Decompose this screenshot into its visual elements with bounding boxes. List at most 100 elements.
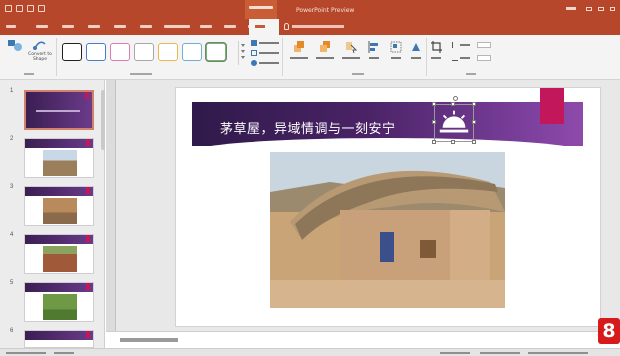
- tell-me-box[interactable]: [284, 23, 344, 30]
- tab-home[interactable]: [36, 25, 48, 28]
- shape-styles-more[interactable]: [238, 41, 246, 65]
- tab-file[interactable]: [6, 25, 16, 28]
- thumb-photo: [43, 150, 77, 176]
- thumbnail-scrollbar[interactable]: [101, 90, 105, 150]
- slide-photo[interactable]: [270, 152, 505, 308]
- slide-title[interactable]: 茅草屋，异域情调与一刻安宁: [220, 118, 396, 137]
- selection-pane-button[interactable]: [342, 40, 360, 59]
- tab-slide-show[interactable]: [164, 25, 190, 28]
- shape-outline-button[interactable]: [251, 50, 279, 56]
- height-icon: [452, 42, 458, 48]
- redo-icon[interactable]: [27, 5, 34, 12]
- thumb-banner: [25, 139, 93, 148]
- slide-thumbnail-3[interactable]: [24, 186, 94, 226]
- slide-thumbnail-4[interactable]: [24, 234, 94, 274]
- group-label-shape-styles: [130, 73, 152, 75]
- sign-in-link[interactable]: [566, 7, 576, 10]
- slide-thumbnail-6[interactable]: [24, 330, 94, 348]
- effects-icon: [251, 60, 257, 66]
- shape-style-2[interactable]: [86, 43, 106, 61]
- slide-thumbnail-1[interactable]: [24, 90, 94, 130]
- lightbulb-icon: [284, 23, 289, 30]
- status-bar: [0, 348, 620, 356]
- slide-number: 5: [10, 280, 14, 286]
- tab-view[interactable]: [224, 25, 236, 28]
- tab-review[interactable]: [200, 25, 212, 28]
- start-presentation-icon[interactable]: [38, 5, 45, 12]
- group-icon: [390, 41, 402, 53]
- send-backward-button[interactable]: [316, 40, 334, 59]
- group-button[interactable]: [390, 40, 402, 59]
- selected-shape[interactable]: [432, 96, 476, 144]
- width-label: [460, 57, 470, 59]
- width-input[interactable]: [477, 55, 491, 61]
- notes-pane[interactable]: [106, 331, 620, 348]
- height-field: [452, 42, 470, 48]
- step-number-badge: 8: [598, 318, 620, 344]
- shape-style-3[interactable]: [110, 43, 130, 61]
- tab-insert[interactable]: [62, 25, 74, 28]
- notes-toggle[interactable]: [440, 352, 470, 354]
- group-separator: [426, 38, 427, 76]
- bring-forward-button[interactable]: [290, 40, 308, 59]
- slide-thumbnail-2[interactable]: [24, 138, 94, 178]
- thumb-accent: [86, 187, 90, 194]
- shape-effects-button[interactable]: [251, 60, 279, 66]
- shape-style-1[interactable]: [62, 43, 82, 61]
- shape-fill-label: [259, 42, 279, 44]
- language-status: [54, 352, 74, 354]
- crop-button[interactable]: [430, 40, 442, 59]
- outline-icon: [251, 50, 257, 56]
- slide-number: 4: [10, 232, 14, 238]
- tab-design[interactable]: [88, 25, 100, 28]
- rotate-icon: [412, 43, 420, 51]
- tab-animations[interactable]: [140, 25, 152, 28]
- convert-to-shape-label: Convert to Shape: [28, 52, 52, 62]
- convert-to-shape-button[interactable]: Convert to Shape: [26, 38, 54, 62]
- shape-fill-button[interactable]: [251, 40, 279, 46]
- tab-format-label: [255, 25, 265, 28]
- crop-icon: [431, 41, 442, 53]
- sunrise-icon: [439, 110, 469, 133]
- shape-outline-label: [259, 52, 279, 54]
- undo-icon[interactable]: [16, 5, 23, 12]
- tab-format[interactable]: [249, 19, 279, 35]
- tab-transitions[interactable]: [114, 25, 126, 28]
- thumb-accent: [85, 92, 89, 99]
- thatched-hut-photo: [270, 152, 505, 308]
- height-input[interactable]: [477, 42, 491, 48]
- slide-thumbnail-5[interactable]: [24, 282, 94, 322]
- send-backward-label: [316, 57, 334, 59]
- align-button[interactable]: [368, 40, 380, 59]
- window-title: PowerPoint Preview: [296, 7, 355, 14]
- zoom-slider[interactable]: [528, 352, 588, 354]
- drawing-tools-context: [245, 0, 277, 19]
- shape-style-5[interactable]: [158, 43, 178, 61]
- thumb-accent: [86, 331, 90, 338]
- shape-style-7[interactable]: [206, 43, 226, 61]
- maximize-button[interactable]: [598, 7, 604, 11]
- close-button[interactable]: [610, 7, 615, 11]
- minimize-button[interactable]: [586, 7, 592, 11]
- align-icon: [368, 41, 378, 53]
- save-icon[interactable]: [5, 5, 12, 12]
- current-slide[interactable]: 茅草屋，异域情调与一刻安宁: [176, 88, 600, 326]
- shape-style-4[interactable]: [134, 43, 154, 61]
- thumb-banner: [25, 187, 93, 196]
- ribbon-tabs: [0, 19, 620, 35]
- change-shape-button[interactable]: [2, 38, 28, 52]
- view-buttons[interactable]: [480, 352, 520, 354]
- rotate-handle[interactable]: [453, 96, 458, 101]
- send-backward-icon: [320, 41, 330, 52]
- thumb-banner: [25, 283, 93, 292]
- pink-accent-tag: [540, 88, 564, 124]
- ribbon: Convert to Shape: [0, 35, 620, 80]
- thumb-banner: [25, 331, 93, 340]
- thumb-title: [36, 110, 80, 112]
- rotate-button[interactable]: [410, 40, 422, 59]
- group-separator: [56, 38, 57, 76]
- crop-label: [431, 57, 441, 59]
- slide-number: 3: [10, 184, 14, 190]
- shape-style-6[interactable]: [182, 43, 202, 61]
- group-label-arrange: [352, 73, 364, 75]
